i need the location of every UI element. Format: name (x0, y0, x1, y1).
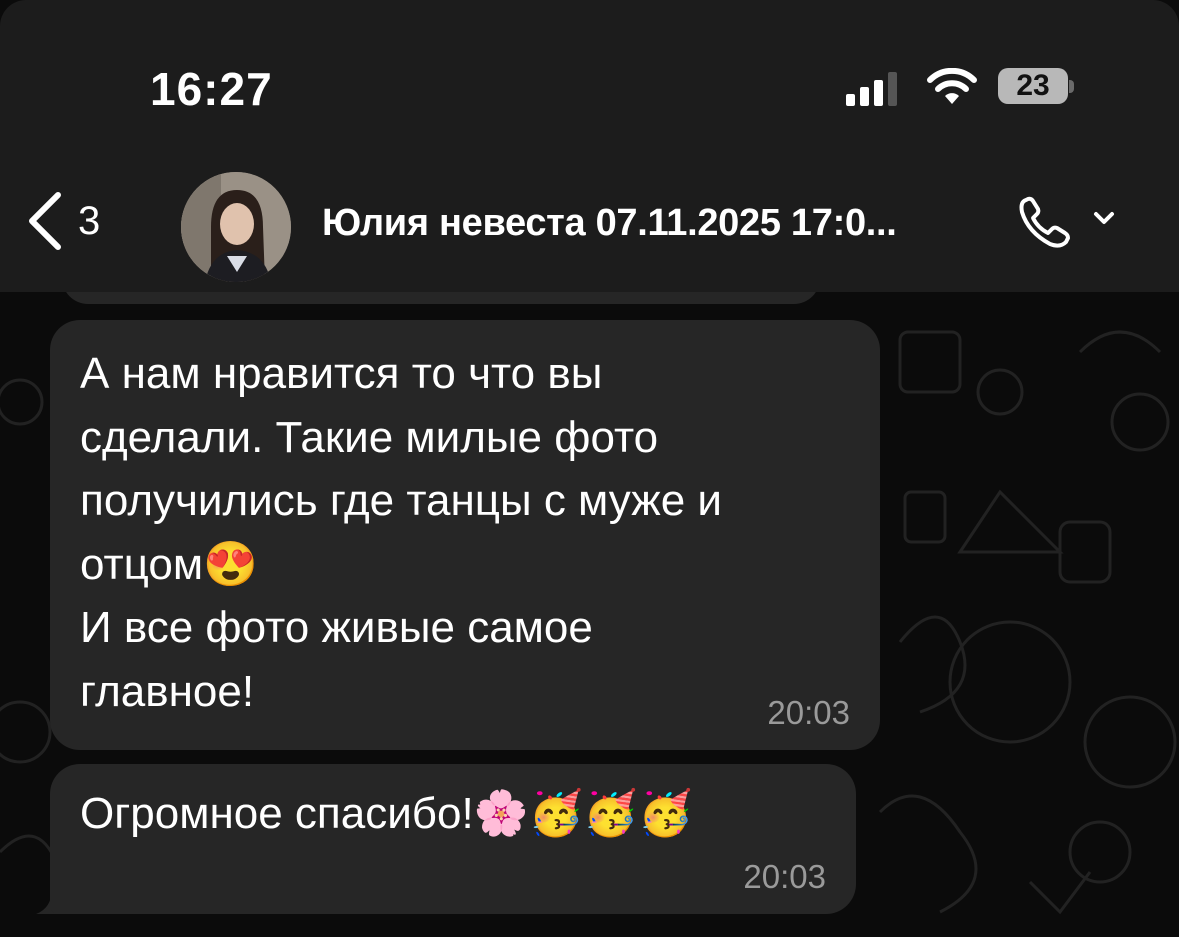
message-text: Огромное спасибо!🌸🥳🥳🥳 (80, 789, 693, 838)
chat-area[interactable]: А нам нравится то что вы сделали. Такие … (0, 292, 1179, 937)
battery-cap (1069, 80, 1074, 93)
message-time: 20:03 (767, 694, 850, 731)
contact-name[interactable]: Юлия невеста 07.11.2025 17:0... (322, 202, 897, 245)
message-text: А нам нравится то что вы сделали. Такие … (80, 349, 722, 716)
message-bubble[interactable]: А нам нравится то что вы сделали. Такие … (50, 320, 880, 750)
back-button[interactable]: 3 (24, 190, 134, 252)
unread-count: 3 (78, 198, 101, 243)
phone-icon (1019, 196, 1070, 248)
chevron-down-icon (1094, 212, 1114, 224)
avatar[interactable] (181, 172, 291, 282)
wifi-icon (927, 68, 977, 104)
status-bar: 16:27 23 (0, 0, 1179, 140)
status-time: 16:27 (150, 63, 273, 115)
call-button[interactable] (1016, 192, 1126, 252)
battery-level: 23 (998, 68, 1068, 104)
signal-icon (846, 72, 897, 106)
chat-header: 3 Юлия невеста 07.11.2025 17:0... (0, 140, 1179, 292)
battery-icon: 23 (998, 68, 1076, 106)
phone-screen: 16:27 23 3 Юлия невеста 07.11.2025 17:0.… (0, 0, 1179, 937)
back-chevron-icon (29, 192, 61, 250)
call-icons (1019, 196, 1114, 248)
message-bubble[interactable]: Огромное спасибо!🌸🥳🥳🥳 20:03 (50, 764, 856, 914)
previous-message-bubble (62, 292, 820, 304)
avatar-photo (181, 172, 291, 282)
message-time: 20:03 (743, 858, 826, 895)
